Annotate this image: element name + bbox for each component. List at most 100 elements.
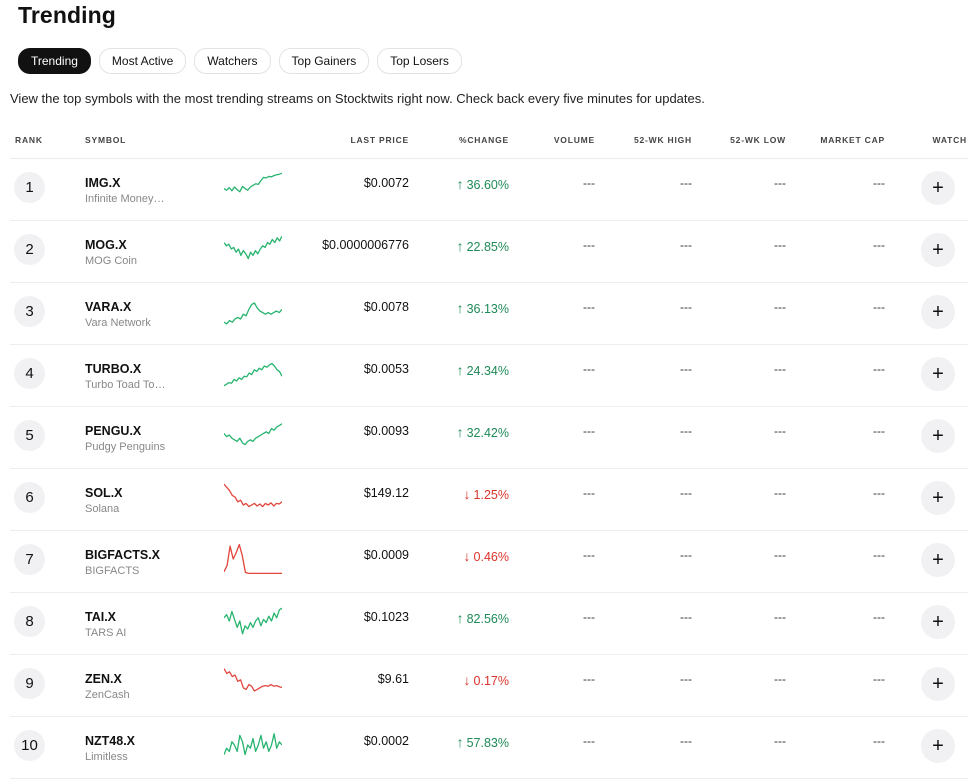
table-row[interactable]: 5 PENGU.X Pudgy Penguins $0.0093 ↑ 32.42% --- -… <box>10 407 968 469</box>
market-cap-cell: --- <box>873 424 885 438</box>
watch-add-button[interactable]: + <box>921 295 955 329</box>
table-row[interactable]: 8 TAI.X TARS AI $0.1023 ↑ 82.56% --- --- --- --- + <box>10 593 968 655</box>
table-row[interactable]: 2 MOG.X MOG Coin $0.0000006776 ↑ 22.85% --- ---… <box>10 221 968 283</box>
last-price: $0.1023 <box>363 610 409 624</box>
plus-icon: + <box>932 735 944 757</box>
52wk-low-cell: --- <box>774 362 786 376</box>
percent-change-value: 32.42% <box>466 426 509 440</box>
sparkline-line <box>224 607 282 635</box>
sparkline-line <box>224 235 282 260</box>
symbol-ticker[interactable]: ZEN.X <box>85 672 122 686</box>
rank-badge: 8 <box>14 606 45 637</box>
volume-cell: --- <box>583 610 595 624</box>
table-row[interactable]: 7 BIGFACTS.X BIGFACTS $0.0009 ↓ 0.46% --- --- --… <box>10 531 968 593</box>
table-header: RANK SYMBOL LAST PRICE %CHANGE VOLUME 52… <box>10 125 968 159</box>
table-row[interactable]: 6 SOL.X Solana $149.12 ↓ 1.25% --- --- --- --- + <box>10 469 968 531</box>
sparkline-line <box>224 172 282 193</box>
symbol-ticker[interactable]: TAI.X <box>85 610 116 624</box>
market-cap-cell: --- <box>873 300 885 314</box>
table-row[interactable]: 3 VARA.X Vara Network $0.0078 ↑ 36.13% --- --- -… <box>10 283 968 345</box>
tab-most-active[interactable]: Most Active <box>98 48 187 74</box>
table-row[interactable]: 10 NZT48.X Limitless $0.0002 ↑ 57.83% --- --- --… <box>10 717 968 779</box>
watch-add-button[interactable]: + <box>921 481 955 515</box>
sparkline-line <box>224 668 282 692</box>
table-row[interactable]: 4 TURBO.X Turbo Toad Token $0.0053 ↑ 24.34% --… <box>10 345 968 407</box>
watch-add-button[interactable]: + <box>921 605 955 639</box>
watch-add-button[interactable]: + <box>921 233 955 267</box>
watch-add-button[interactable]: + <box>921 419 955 453</box>
rank-badge: 1 <box>14 172 45 203</box>
arrow-up-icon: ↑ <box>456 238 464 254</box>
arrow-up-icon: ↑ <box>456 176 464 192</box>
header-watch: WATCH <box>932 135 967 145</box>
symbol-ticker[interactable]: SOL.X <box>85 486 123 500</box>
sparkline-chart <box>224 423 282 446</box>
symbol-ticker[interactable]: TURBO.X <box>85 362 141 376</box>
52wk-high-cell: --- <box>680 238 692 252</box>
arrow-up-icon: ↑ <box>456 424 464 440</box>
52wk-low-cell: --- <box>774 548 786 562</box>
52wk-low-cell: --- <box>774 672 786 686</box>
percent-change-value: 0.17% <box>473 674 509 688</box>
symbol-name: Pudgy Penguins <box>85 441 166 453</box>
symbol-name: TARS AI <box>85 627 127 639</box>
arrow-up-icon: ↑ <box>456 300 464 316</box>
symbol-ticker[interactable]: VARA.X <box>85 300 131 314</box>
header-rank: RANK <box>15 135 43 145</box>
symbol-name: ZenCash <box>85 689 130 701</box>
sparkline-chart <box>224 362 282 387</box>
volume-cell: --- <box>583 362 595 376</box>
page-description: View the top symbols with the most trend… <box>10 91 705 106</box>
symbol-ticker[interactable]: BIGFACTS.X <box>85 548 160 562</box>
percent-change-value: 57.83% <box>466 736 509 750</box>
watch-add-button[interactable]: + <box>921 729 955 763</box>
52wk-low-cell: --- <box>774 610 786 624</box>
sparkline-line <box>224 483 282 508</box>
percent-change: ↑ 32.42% <box>457 424 509 440</box>
tab-top-losers[interactable]: Top Losers <box>377 48 462 74</box>
tab-trending[interactable]: Trending <box>18 48 91 74</box>
last-price: $0.0002 <box>363 734 409 748</box>
plus-icon: + <box>932 611 944 633</box>
sparkline-line <box>224 423 282 446</box>
market-cap-cell: --- <box>873 176 885 190</box>
watch-add-button[interactable]: + <box>921 357 955 391</box>
table-row[interactable]: 9 ZEN.X ZenCash $9.61 ↓ 0.17% --- --- --- --- + <box>10 655 968 717</box>
volume-cell: --- <box>583 238 595 252</box>
percent-change-value: 82.56% <box>466 612 509 626</box>
plus-icon: + <box>932 363 944 385</box>
arrow-up-icon: ↑ <box>456 734 464 750</box>
last-price: $9.61 <box>377 672 409 686</box>
rank-badge: 5 <box>14 420 45 451</box>
symbol-ticker[interactable]: IMG.X <box>85 176 120 190</box>
plus-icon: + <box>932 673 944 695</box>
watch-add-button[interactable]: + <box>921 667 955 701</box>
symbol-ticker[interactable]: MOG.X <box>85 238 127 252</box>
52wk-high-cell: --- <box>680 300 692 314</box>
last-price: $0.0093 <box>363 424 409 438</box>
plus-icon: + <box>932 239 944 261</box>
52wk-high-cell: --- <box>680 734 692 748</box>
table-row[interactable]: 1 IMG.X Infinite Money Glitch $0.0072 ↑36.60… <box>10 159 968 221</box>
market-cap-cell: --- <box>873 734 885 748</box>
percent-change-value: 36.60% <box>466 178 509 192</box>
percent-change: ↓ 0.17% <box>464 672 509 688</box>
symbol-ticker[interactable]: NZT48.X <box>85 734 135 748</box>
52wk-high-cell: --- <box>680 610 692 624</box>
symbol-name: MOG Coin <box>85 255 137 267</box>
tab-watchers[interactable]: Watchers <box>194 48 271 74</box>
tab-top-gainers[interactable]: Top Gainers <box>278 48 370 74</box>
symbol-name: Infinite Money Glitch <box>85 193 167 205</box>
last-price: $0.0000006776 <box>322 238 409 252</box>
watch-add-button[interactable]: + <box>921 171 955 205</box>
last-price: $0.0009 <box>363 548 409 562</box>
52wk-low-cell: --- <box>774 300 786 314</box>
last-price: $0.0053 <box>363 362 409 376</box>
symbol-ticker[interactable]: PENGU.X <box>85 424 141 438</box>
percent-change: ↑ 57.83% <box>457 734 509 750</box>
sparkline-chart <box>224 607 282 635</box>
symbol-name: Solana <box>85 503 120 515</box>
rank-badge: 10 <box>14 730 45 761</box>
watch-add-button[interactable]: + <box>921 543 955 577</box>
rank-badge: 6 <box>14 482 45 513</box>
